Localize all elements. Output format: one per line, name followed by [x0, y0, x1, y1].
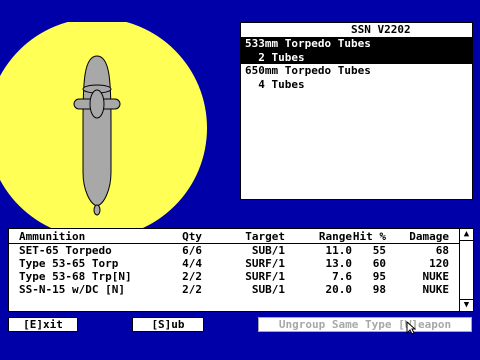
ammo-name: SS-N-15 w/DC [N] [19, 283, 125, 296]
ammo-name: SET-65 Torpedo [19, 244, 112, 257]
col-range: Range [318, 230, 352, 243]
arrow-down-icon[interactable]: ▼ [460, 299, 473, 311]
mount-item-533mm[interactable]: 533mm Torpedo Tubes [241, 37, 472, 51]
ammo-target: SUB/1 [251, 283, 285, 296]
exit-button[interactable]: [E]xit [8, 317, 78, 332]
submarine-silhouette [0, 22, 207, 236]
ammo-target: SURF/1 [245, 257, 285, 270]
ammo-range: 11.0 [325, 244, 353, 257]
mount-item-650mm[interactable]: 650mm Torpedo Tubes [241, 64, 472, 78]
ammo-name: Type 53-65 Torp [19, 257, 119, 270]
ammo-damage: 120 [429, 257, 449, 270]
ammo-name: Type 53-68 Trp[N] [19, 270, 132, 283]
mount-item-533mm-count[interactable]: 2 Tubes [241, 50, 472, 64]
arrow-up-icon[interactable]: ▲ [460, 229, 473, 241]
ammo-hit: 55 [372, 244, 386, 257]
table-header: Ammunition Qty Target Range Hit % Damage [9, 230, 459, 244]
ammo-damage: 68 [435, 244, 449, 257]
ungroup-weapon-button[interactable]: Ungroup Same Type [W]eapon [258, 317, 472, 332]
table-row[interactable]: Type 53-65 Torp 4/4 SURF/1 13.0 60 120 [9, 257, 459, 270]
ammo-range: 13.0 [325, 257, 353, 270]
ammo-hit: 60 [372, 257, 386, 270]
sail [89, 89, 105, 119]
col-hit: Hit % [352, 230, 386, 243]
ammo-damage: NUKE [422, 283, 450, 296]
ammo-qty: 2/2 [182, 270, 202, 283]
col-qty: Qty [182, 230, 202, 243]
ammo-damage: NUKE [422, 270, 450, 283]
ammo-hit: 95 [372, 270, 386, 283]
col-damage: Damage [409, 230, 449, 243]
col-ammunition: Ammunition [19, 230, 86, 243]
table-row[interactable]: SET-65 Torpedo 6/6 SUB/1 11.0 55 68 [9, 244, 459, 257]
weapon-mount-panel: SSN V2202 533mm Torpedo Tubes 2 Tubes 65… [240, 22, 473, 200]
vessel-title: SSN V2202 [351, 23, 411, 36]
mouse-cursor-icon [406, 321, 416, 335]
mount-count: 2 Tubes [258, 50, 305, 64]
sub-button[interactable]: [S]ub [132, 317, 204, 332]
hull [82, 55, 112, 207]
ammo-range: 7.6 [332, 270, 352, 283]
table-row[interactable]: SS-N-15 w/DC [N] 2/2 SUB/1 20.0 98 NUKE [9, 283, 459, 296]
table-scrollbar[interactable]: ▲ ▼ [459, 229, 473, 311]
ammo-target: SURF/1 [245, 270, 285, 283]
col-target: Target [245, 230, 285, 243]
ammo-qty: 6/6 [182, 244, 202, 257]
ammo-range: 20.0 [325, 283, 353, 296]
propeller [93, 204, 101, 216]
mount-count: 4 Tubes [258, 77, 305, 91]
ammo-qty: 2/2 [182, 283, 202, 296]
ammo-target: SUB/1 [251, 244, 285, 257]
ammo-qty: 4/4 [182, 257, 202, 270]
table-row[interactable]: Type 53-68 Trp[N] 2/2 SURF/1 7.6 95 NUKE [9, 270, 459, 283]
ammo-hit: 98 [372, 283, 386, 296]
ammunition-table: Ammunition Qty Target Range Hit % Damage… [8, 228, 474, 312]
mount-item-650mm-count[interactable]: 4 Tubes [241, 78, 472, 92]
submarine-view [0, 22, 207, 236]
